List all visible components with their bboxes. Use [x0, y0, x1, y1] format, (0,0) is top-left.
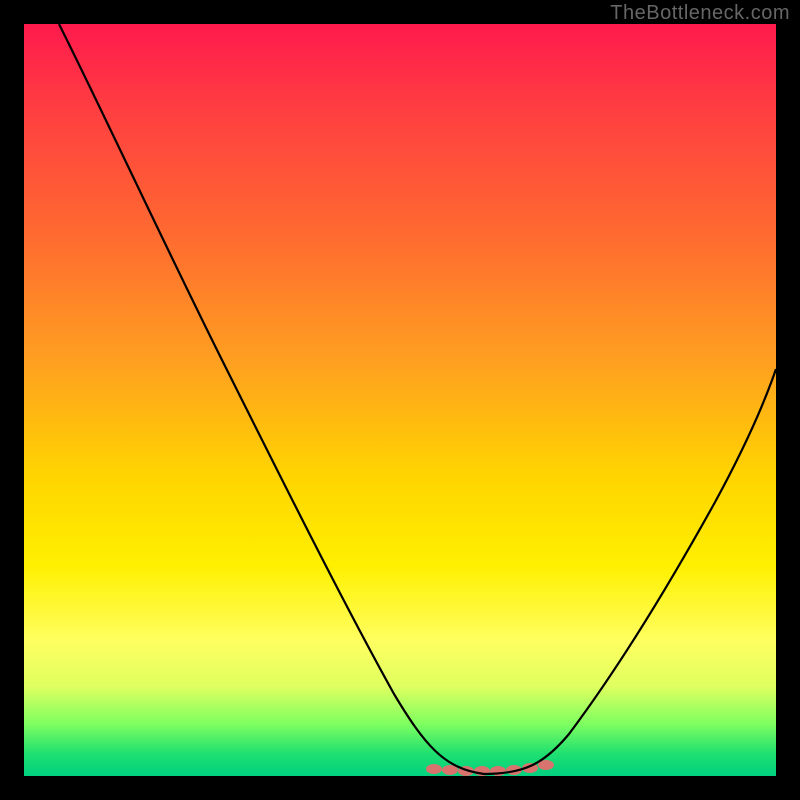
chart-frame: TheBottleneck.com — [0, 0, 800, 800]
bottleneck-curve-path — [59, 24, 776, 774]
curve-group — [59, 24, 776, 774]
band-dot — [426, 764, 442, 774]
chart-svg — [24, 24, 776, 776]
plot-area — [24, 24, 776, 776]
attribution-text: TheBottleneck.com — [610, 2, 790, 25]
